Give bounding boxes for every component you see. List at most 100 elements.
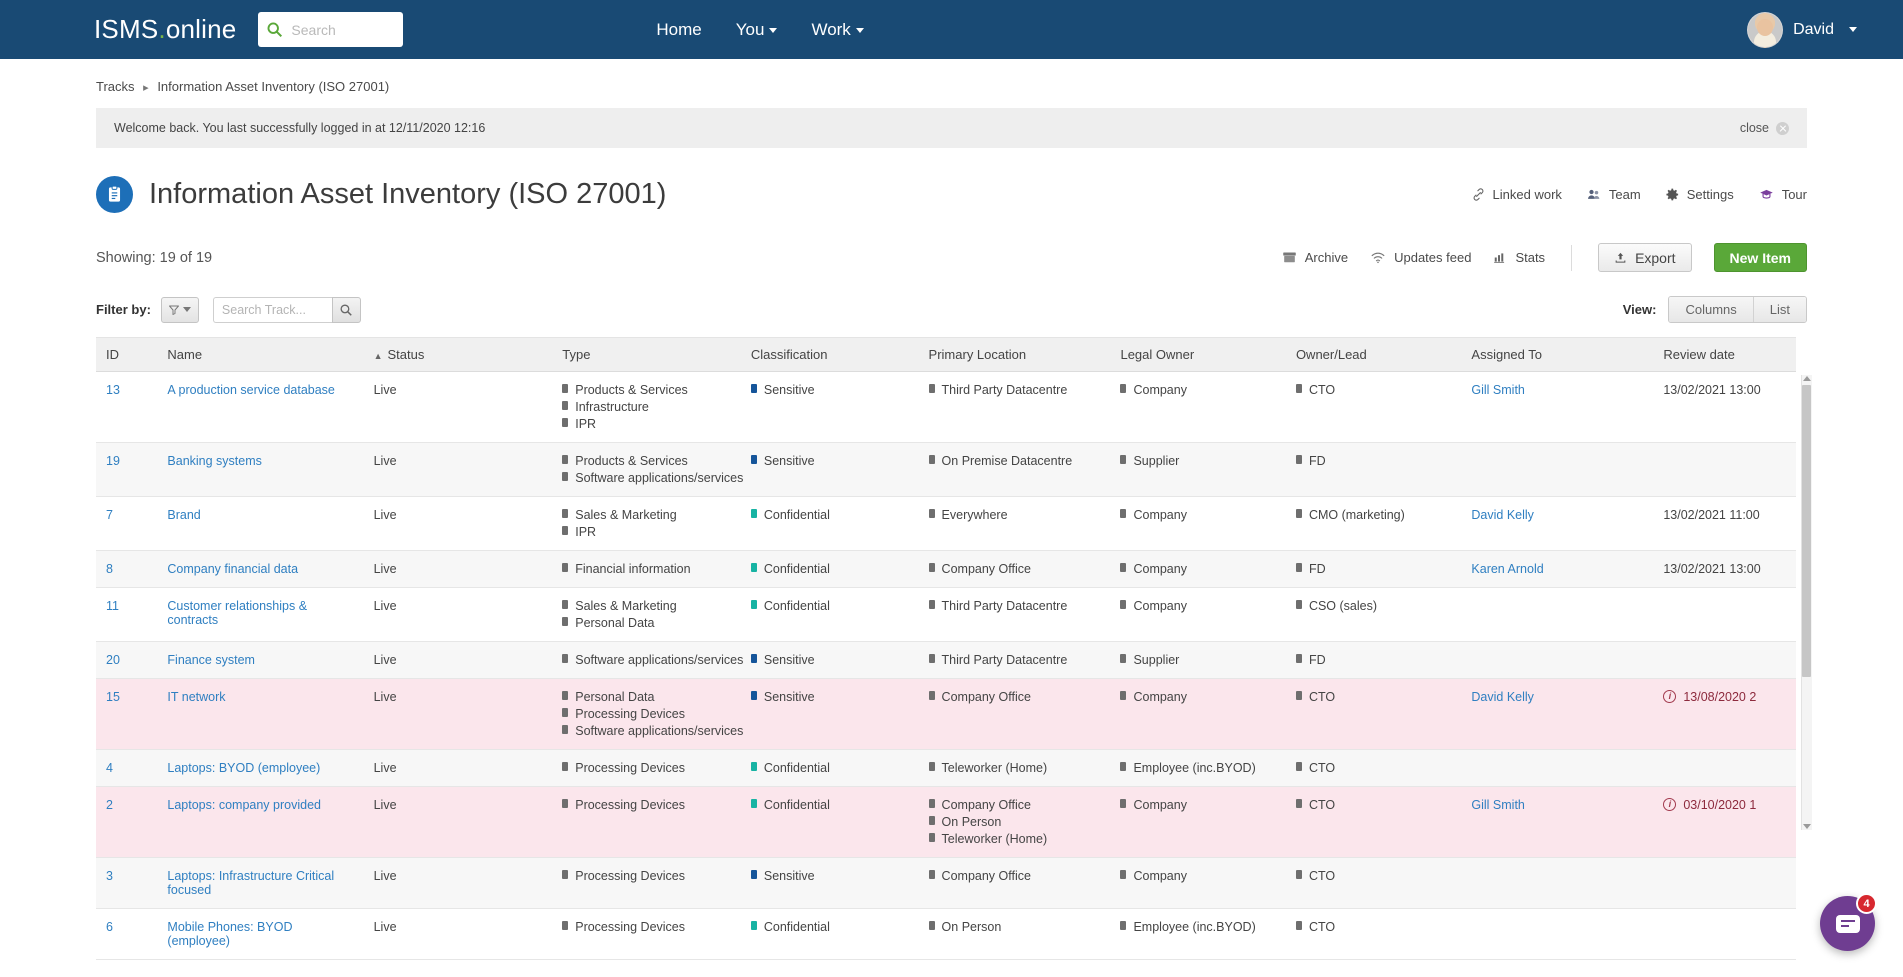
notice-close-button[interactable]: close (1740, 121, 1789, 135)
row-name-link[interactable]: Company financial data (167, 562, 298, 576)
table-row[interactable]: 19 Banking systems Live Products & Services… (96, 442, 1796, 497)
scroll-up-arrow-icon[interactable] (1803, 376, 1811, 381)
row-name-link[interactable]: Brand (167, 508, 200, 522)
row-name-link[interactable]: IT network (167, 690, 225, 704)
row-id-link[interactable]: 3 (106, 869, 113, 883)
row-name-link[interactable]: Customer relationships & contracts (167, 599, 307, 627)
page-header: Information Asset Inventory (ISO 27001) … (96, 176, 1807, 213)
global-search-box[interactable] (258, 12, 404, 47)
review-date-value: 13/02/2021 13:00 (1663, 383, 1761, 397)
linked-work-button[interactable]: Linked work (1471, 187, 1562, 202)
row-name-link[interactable]: Laptops: BYOD (employee) (167, 761, 320, 775)
assigned-to-link[interactable]: Gill Smith (1471, 798, 1524, 812)
table-row[interactable]: 20 Finance system Live Software application… (96, 641, 1796, 679)
logo-main: ISMS (94, 14, 159, 44)
column-header-primary-location[interactable]: Primary Location (918, 337, 1111, 372)
assigned-to-link[interactable]: Karen Arnold (1471, 562, 1543, 576)
table-row[interactable]: 8 Company financial data Live Financial inf… (96, 550, 1796, 588)
column-header-review-date[interactable]: Review date (1653, 337, 1796, 372)
chevron-down-icon (855, 27, 864, 33)
tour-button[interactable]: Tour (1758, 187, 1807, 202)
cell-legal-owner: Company (1110, 587, 1286, 642)
breadcrumb-current: Information Asset Inventory (ISO 27001) (157, 79, 390, 94)
column-header-assigned-to[interactable]: Assigned To (1461, 337, 1654, 372)
row-id-link[interactable]: 11 (106, 599, 119, 613)
user-menu[interactable]: David (1747, 11, 1857, 48)
settings-button[interactable]: Settings (1665, 187, 1734, 202)
table-row[interactable]: 6 Mobile Phones: BYOD (employee) Live Proce… (96, 908, 1796, 960)
assigned-to-link[interactable]: David Kelly (1471, 508, 1534, 522)
search-icon (340, 304, 353, 316)
app-logo[interactable]: ISMS.online (94, 14, 236, 45)
assigned-to-link[interactable]: David Kelly (1471, 690, 1534, 704)
table-row[interactable]: 15 IT network Live Personal Data Processing … (96, 678, 1796, 750)
track-search-button[interactable] (331, 296, 361, 323)
updates-feed-button[interactable]: Updates feed (1370, 250, 1471, 265)
table-row[interactable]: 7 Brand Live Sales & Marketing IPR Confidenti… (96, 496, 1796, 551)
column-label-review-date: Review date (1663, 347, 1735, 362)
row-name-link[interactable]: Finance system (167, 653, 255, 667)
view-option-list[interactable]: List (1752, 297, 1806, 322)
bullet-icon (562, 401, 569, 410)
row-id-link[interactable]: 7 (106, 508, 113, 522)
team-button[interactable]: Team (1586, 187, 1641, 202)
table-body: 13 A production service database Live Produ… (96, 371, 1796, 960)
row-id-link[interactable]: 15 (106, 690, 120, 704)
row-id-link[interactable]: 20 (106, 653, 120, 667)
cell-review-date (1653, 442, 1796, 497)
new-item-button[interactable]: New Item (1713, 243, 1807, 272)
cell-status: Live (363, 678, 553, 750)
bullet-icon (1295, 563, 1302, 572)
row-id-link[interactable]: 4 (106, 761, 113, 775)
breadcrumb-root[interactable]: Tracks (96, 79, 135, 94)
cell-assigned-to: Gill Smith (1461, 371, 1654, 443)
nav-item-work[interactable]: Work (811, 20, 864, 40)
scrollbar-thumb[interactable] (1802, 385, 1811, 677)
overdue-review-date: i 03/10/2020 1 (1663, 798, 1788, 812)
archive-button[interactable]: Archive (1282, 250, 1348, 265)
stats-button[interactable]: Stats (1493, 250, 1545, 265)
search-input[interactable] (289, 20, 396, 39)
assigned-to-link[interactable]: Gill Smith (1471, 383, 1524, 397)
row-id-link[interactable]: 2 (106, 798, 113, 812)
row-name-link[interactable]: Mobile Phones: BYOD (employee) (167, 920, 292, 948)
row-name-link[interactable]: Banking systems (167, 454, 261, 468)
row-name-link[interactable]: Laptops: Infrastructure Critical focused (167, 869, 334, 897)
row-name-link[interactable]: Laptops: company provided (167, 798, 321, 812)
table-row[interactable]: 2 Laptops: company provided Live Processing… (96, 786, 1796, 858)
column-header-owner-lead[interactable]: Owner/Lead (1285, 337, 1462, 372)
table-row[interactable]: 3 Laptops: Infrastructure Critical focuse… (96, 857, 1796, 909)
view-option-columns[interactable]: Columns (1669, 297, 1753, 322)
row-id-link[interactable]: 19 (106, 454, 120, 468)
table-vertical-scrollbar[interactable] (1801, 375, 1813, 830)
nav-item-home[interactable]: Home (656, 20, 701, 40)
chat-widget-button[interactable]: 4 (1820, 893, 1877, 951)
column-header-name[interactable]: Name (157, 337, 364, 372)
row-id-link[interactable]: 6 (106, 920, 113, 934)
column-header-type[interactable]: Type (552, 337, 741, 372)
column-header-status[interactable]: ▲ Status (363, 337, 553, 372)
nav-item-you[interactable]: You (736, 20, 778, 40)
bullet-icon (562, 799, 569, 808)
filter-dropdown-button[interactable] (160, 296, 199, 323)
export-button[interactable]: Export (1598, 243, 1692, 272)
cell-type: Processing Devices (552, 786, 741, 858)
cell-owner-lead: CTO (1285, 857, 1462, 909)
bullet-icon (928, 600, 935, 609)
archive-label: Archive (1304, 250, 1349, 265)
track-search-input[interactable] (212, 296, 332, 323)
row-name-link[interactable]: A production service database (167, 383, 334, 397)
row-id-link[interactable]: 8 (106, 562, 113, 576)
column-header-id[interactable]: ID (96, 337, 158, 372)
table-row[interactable]: 13 A production service database Live Produ… (96, 371, 1796, 443)
table-row[interactable]: 11 Customer relationships & contracts Live… (96, 587, 1796, 642)
cell-classification: Sensitive (740, 641, 919, 679)
scroll-down-arrow-icon[interactable] (1803, 824, 1811, 829)
cell-owner-lead: FD (1285, 550, 1462, 588)
table-row[interactable]: 4 Laptops: BYOD (employee) Live Processing … (96, 749, 1796, 787)
cell-review-date (1653, 749, 1796, 787)
column-header-legal-owner[interactable]: Legal Owner (1110, 337, 1286, 372)
bullet-icon (928, 762, 935, 771)
column-header-classification[interactable]: Classification (740, 337, 919, 372)
row-id-link[interactable]: 13 (106, 383, 120, 397)
